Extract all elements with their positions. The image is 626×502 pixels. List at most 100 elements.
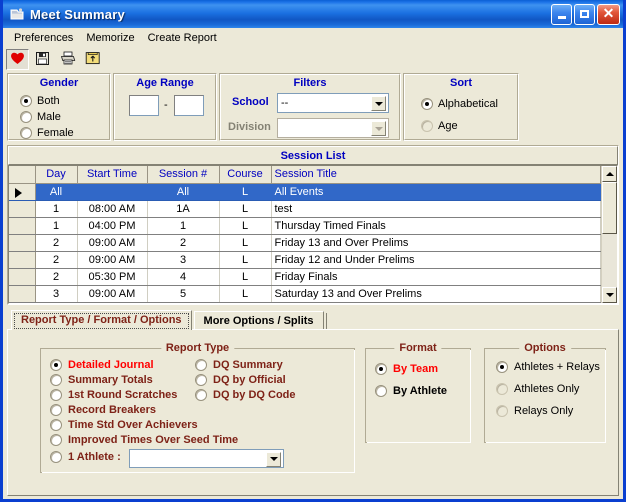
age-high-input[interactable] (174, 95, 204, 116)
options-item-relays-only[interactable]: Relays Only (496, 404, 573, 417)
table-row[interactable]: 1 04:00 PM 1 L Thursday Timed Finals (9, 217, 601, 235)
minimize-button[interactable] (551, 3, 572, 25)
division-combo (277, 118, 389, 138)
export-button[interactable] (81, 49, 104, 70)
printer-icon (60, 51, 76, 68)
filters-panel-title: Filters (293, 77, 327, 89)
school-combo-arrow[interactable] (371, 96, 386, 111)
session-list-body: Day Start Time Session # Course Session … (9, 166, 601, 303)
radio-improved-times-icon (50, 433, 62, 446)
report-option-detailed-journal-label: Detailed Journal (68, 358, 154, 371)
cell-session-title: Friday 13 and Over Prelims (271, 234, 601, 252)
title-bar: Meet Summary ✕ (3, 0, 623, 28)
row-marker-cell (9, 200, 36, 218)
age-low-input[interactable] (129, 95, 159, 116)
close-button[interactable]: ✕ (597, 3, 620, 25)
radio-alphabetical-icon (421, 98, 433, 110)
report-option-dq-by-dq-code-label: DQ by DQ Code (213, 388, 296, 401)
col-header-marker[interactable] (9, 166, 36, 184)
cell-session-title: All Events (271, 183, 601, 201)
cell-course: L (219, 285, 272, 303)
report-option-improved-times[interactable]: Improved Times Over Seed Time (50, 433, 238, 446)
gender-option-both[interactable]: Both (20, 95, 60, 107)
report-option-dq-summary-label: DQ Summary (213, 358, 283, 371)
chevron-down-icon (374, 126, 383, 131)
menu-item-create-report[interactable]: Create Report (142, 30, 224, 46)
col-header-start-time[interactable]: Start Time (77, 166, 148, 184)
table-row[interactable]: 3 09:00 AM 5 L Saturday 13 and Over Prel… (9, 285, 601, 303)
age-range-panel: Age Range - (113, 73, 217, 141)
menu-item-preferences[interactable]: Preferences (8, 30, 80, 46)
row-marker-cell (9, 285, 36, 303)
maximize-icon (580, 10, 589, 18)
report-option-record-breakers[interactable]: Record Breakers (50, 403, 156, 416)
athlete-combo[interactable] (129, 448, 284, 468)
scroll-down-button[interactable] (602, 286, 617, 303)
table-row[interactable]: 2 09:00 AM 2 L Friday 13 and Over Prelim… (9, 234, 601, 252)
col-header-session-number[interactable]: Session # (147, 166, 220, 184)
sort-option-age[interactable]: Age (421, 120, 458, 132)
format-option-by-team-label: By Team (393, 362, 439, 375)
save-button[interactable] (31, 49, 54, 70)
table-row[interactable]: 1 08:00 AM 1A L test (9, 200, 601, 218)
maximize-button[interactable] (574, 3, 595, 25)
filter-panels-row: Gender Both Male Female Age Range - Filt… (7, 73, 619, 141)
radio-athletes-relays-icon (496, 360, 508, 373)
cell-start-time: 09:00 AM (77, 251, 148, 269)
report-option-first-round-scratches-label: 1st Round Scratches (68, 388, 178, 401)
sort-panel: Sort Alphabetical Age (403, 73, 519, 141)
content-area: Gender Both Male Female Age Range - Filt… (3, 72, 623, 499)
scrollbar-thumb[interactable] (602, 182, 617, 234)
options-item-athletes-only[interactable]: Athletes Only (496, 382, 580, 395)
window-title: Meet Summary (30, 6, 125, 22)
report-option-first-round-scratches[interactable]: 1st Round Scratches (50, 388, 178, 401)
report-option-one-athlete[interactable]: 1 Athlete : (50, 450, 121, 463)
scrollbar-track[interactable] (602, 234, 617, 287)
window-frame: Meet Summary ✕ Preferences Memorize Crea… (0, 0, 626, 502)
tab-report-type-format-options[interactable]: Report Type / Format / Options (11, 309, 192, 330)
tab-more-options-splits[interactable]: More Options / Splits (193, 310, 324, 330)
radio-dq-summary-icon (195, 358, 207, 371)
table-row[interactable]: 2 05:30 PM 4 L Friday Finals (9, 268, 601, 286)
scroll-up-button[interactable] (602, 166, 617, 182)
col-header-course[interactable]: Course (219, 166, 272, 184)
favorite-button[interactable] (6, 49, 29, 70)
school-combo[interactable]: -- (277, 93, 389, 113)
table-row[interactable]: 2 09:00 AM 3 L Friday 12 and Under Preli… (9, 251, 601, 269)
format-option-by-team[interactable]: By Team (375, 362, 439, 375)
cell-course: L (219, 268, 272, 286)
age-range-panel-title: Age Range (136, 77, 194, 89)
radio-both-icon (20, 95, 32, 107)
table-row[interactable]: All All L All Events (9, 183, 601, 201)
col-header-day[interactable]: Day (35, 166, 78, 184)
format-option-by-athlete[interactable]: By Athlete (375, 384, 447, 397)
gender-option-female[interactable]: Female (20, 127, 74, 139)
report-option-detailed-journal[interactable]: Detailed Journal (50, 358, 154, 371)
row-pointer-icon (15, 187, 22, 198)
radio-age-icon (421, 120, 433, 132)
scroll-up-icon (605, 172, 614, 176)
report-option-time-std-over-achievers[interactable]: Time Std Over Achievers (50, 418, 198, 431)
report-option-dq-by-official[interactable]: DQ by Official (195, 373, 286, 386)
gender-option-male[interactable]: Male (20, 111, 61, 123)
report-option-dq-by-dq-code[interactable]: DQ by DQ Code (195, 388, 296, 401)
tab-strip-divider (325, 312, 327, 330)
sort-option-alphabetical[interactable]: Alphabetical (421, 98, 498, 110)
print-button[interactable] (56, 49, 79, 70)
session-list-scrollbar[interactable] (601, 166, 617, 303)
cell-day: 2 (35, 234, 78, 252)
cell-day: 2 (35, 268, 78, 286)
cell-start-time (77, 183, 148, 201)
report-option-summary-totals[interactable]: Summary Totals (50, 373, 153, 386)
options-item-athletes-relays[interactable]: Athletes + Relays (496, 360, 600, 373)
athlete-combo-arrow[interactable] (266, 451, 281, 467)
session-table: Day Start Time Session # Course Session … (9, 166, 601, 303)
report-option-dq-summary[interactable]: DQ Summary (195, 358, 283, 371)
folder-export-icon (85, 51, 101, 68)
radio-athletes-only-icon (496, 382, 508, 395)
menu-item-memorize[interactable]: Memorize (80, 30, 141, 46)
options-item-athletes-only-label: Athletes Only (514, 382, 580, 395)
cell-session-number: 2 (147, 234, 220, 252)
row-marker-cell (9, 183, 36, 201)
col-header-session-title[interactable]: Session Title (271, 166, 601, 184)
